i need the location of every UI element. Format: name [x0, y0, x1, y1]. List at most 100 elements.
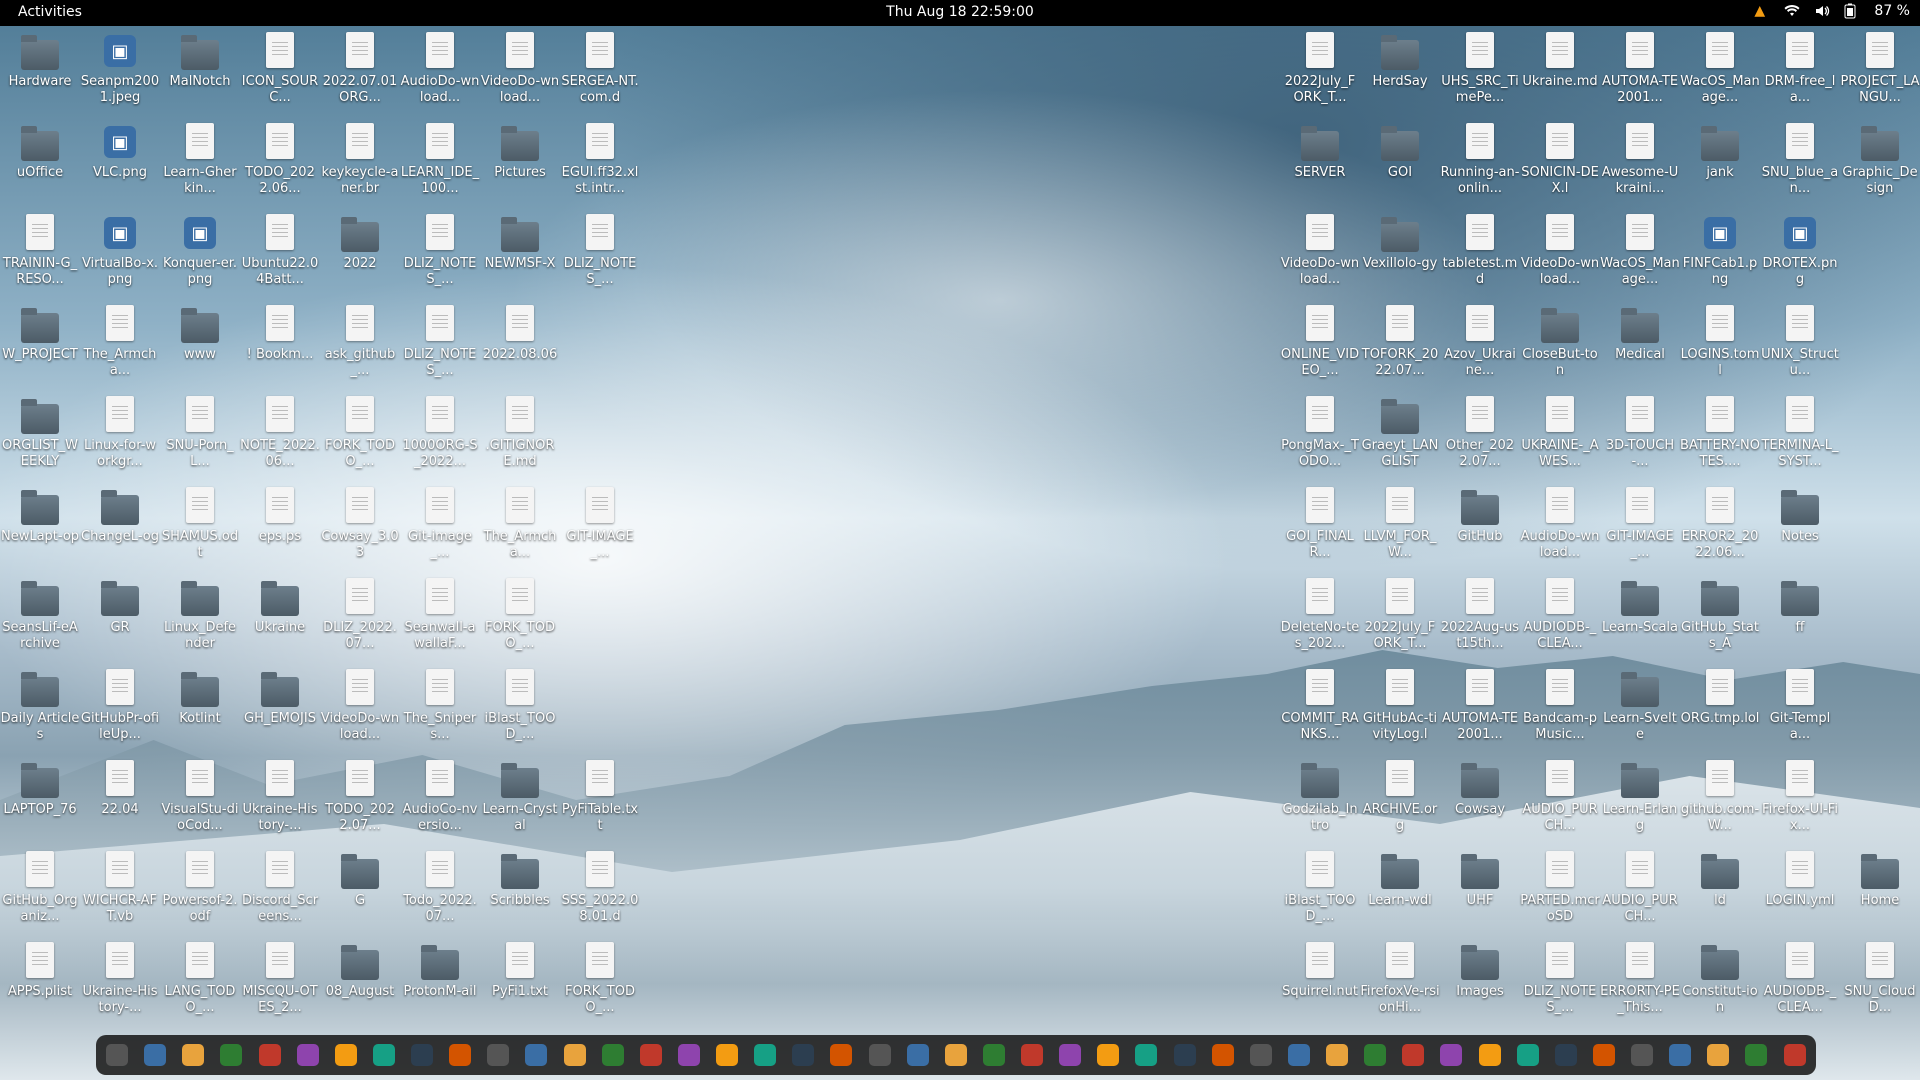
desktop-icon[interactable]: ▣ FINFCab1.png — [1680, 210, 1760, 298]
desktop-icon[interactable]: .GITIGNORE.md — [480, 392, 560, 480]
desktop-icon[interactable]: GR — [80, 574, 160, 662]
desktop-icon[interactable]: VideoDo-wnload... — [1520, 210, 1600, 298]
app-10-icon[interactable] — [1745, 1044, 1768, 1066]
dot-icon[interactable] — [754, 1044, 777, 1066]
desktop-icon[interactable]: Scribbles — [480, 847, 560, 935]
desktop-icon[interactable]: MISCQU-OTES_2... — [240, 938, 320, 1026]
desktop-icon[interactable]: Kotlint — [160, 665, 240, 753]
desktop-icon[interactable]: The_Armcha... — [80, 301, 160, 389]
desktop-icon[interactable]: Discord_Screens... — [240, 847, 320, 935]
desktop-icon[interactable]: ▣ VirtualBo-x.png — [80, 210, 160, 298]
desktop-icon[interactable]: FORK_TODO_... — [480, 574, 560, 662]
desktop-icon[interactable]: FORK_TODO_... — [320, 392, 400, 480]
desktop-icon[interactable]: GitHub — [1440, 483, 1520, 571]
desktop-icon[interactable]: Azov_Ukraine... — [1440, 301, 1520, 389]
desktop-icon[interactable]: AUDIO_PURCH... — [1520, 756, 1600, 844]
desktop-icon[interactable]: github.com-W... — [1680, 756, 1760, 844]
desktop-icon[interactable]: UKRAINE-_AWES... — [1520, 392, 1600, 480]
app-2-icon[interactable] — [1326, 1044, 1348, 1066]
volume-icon[interactable] — [1814, 3, 1830, 19]
desktop-icon[interactable]: BATTERY-NOTES.... — [1680, 392, 1760, 480]
desktop-icon[interactable]: AudioCo-nversio... — [400, 756, 480, 844]
docs-icon[interactable] — [982, 1044, 1005, 1066]
desktop-icon[interactable]: Squirrel.nut — [1280, 938, 1360, 1026]
notes-icon[interactable] — [372, 1044, 395, 1066]
desktop-icon[interactable]: TRAININ-G_RESO... — [0, 210, 80, 298]
editor-icon[interactable] — [411, 1044, 433, 1066]
desktop-icon[interactable]: GH_EMOJIS — [240, 665, 320, 753]
desktop-icon[interactable]: LLVM_FOR_W... — [1360, 483, 1440, 571]
desktop-icon[interactable]: Godzilab_Intro — [1280, 756, 1360, 844]
desktop-icon[interactable]: TODO_2022.06... — [240, 119, 320, 207]
desktop-icon[interactable]: AudioDo-wnload... — [1520, 483, 1600, 571]
writer-icon[interactable] — [639, 1044, 662, 1066]
desktop-icon[interactable]: Images — [1440, 938, 1520, 1026]
desktop-icon[interactable]: jank — [1680, 119, 1760, 207]
desktop-icon[interactable]: ORGLIST_WEEKLY — [0, 392, 80, 480]
desktop-icon[interactable]: ARCHIVE.org — [1360, 756, 1440, 844]
desktop-icon[interactable]: GOI — [1360, 119, 1440, 207]
grid-icon[interactable] — [1783, 1044, 1806, 1066]
desktop-icon[interactable]: DLIZ_2022.07... — [320, 574, 400, 662]
vlc-icon[interactable]: ▲ — [1754, 3, 1770, 19]
desktop-icon[interactable]: SNU-Porn_L... — [160, 392, 240, 480]
desktop-icon[interactable]: 2022July_FORK_T... — [1360, 574, 1440, 662]
desktop-icon[interactable]: Hardware — [0, 28, 80, 116]
desktop-icon[interactable]: GitHub_Organiz... — [0, 847, 80, 935]
desktop-icon[interactable]: PyFi1.txt — [480, 938, 560, 1026]
app-7-icon[interactable] — [1631, 1044, 1653, 1066]
desktop-icon[interactable]: DLIZ_NOTES_... — [560, 210, 640, 298]
app-9-icon[interactable] — [1707, 1044, 1730, 1066]
desktop-icon[interactable]: 2022.07.01ORG... — [320, 28, 400, 116]
desktop-icon[interactable]: Learn-wdl — [1360, 847, 1440, 935]
firefox-icon[interactable] — [487, 1044, 510, 1066]
desktop-icon[interactable]: GOI_FINALR... — [1280, 483, 1360, 571]
desktop-icon[interactable]: Running-an-onlin... — [1440, 119, 1520, 207]
desktop-icon[interactable]: Constitut-ion — [1680, 938, 1760, 1026]
desktop-icon[interactable]: GitHubAc-tivityLog.l — [1360, 665, 1440, 753]
desktop-icon[interactable]: ▣ Konquer-er.png — [160, 210, 240, 298]
desktop-icon[interactable]: TERMINA-L_SYST... — [1760, 392, 1840, 480]
desktop-icon[interactable]: The_Snipers... — [400, 665, 480, 753]
virtualbox-icon[interactable] — [868, 1044, 891, 1066]
gimp-icon[interactable] — [1249, 1044, 1272, 1066]
desktop-icon[interactable]: Seanwall-awallaF... — [400, 574, 480, 662]
desktop-icon[interactable]: Cowsay_3.03 — [320, 483, 400, 571]
desktop-icon[interactable]: Graeyt_LANGLIST — [1360, 392, 1440, 480]
desktop-icon[interactable]: AUDIO_PURCH... — [1600, 847, 1680, 935]
desktop-icon[interactable]: DeleteNo-tes_202... — [1280, 574, 1360, 662]
clock[interactable]: Thu Aug 18 22:59:00 — [886, 4, 1034, 20]
desktop-icon[interactable]: WacOS_Manage... — [1680, 28, 1760, 116]
desktop-icon[interactable]: EGUI.ff32.xlst.intr... — [560, 119, 640, 207]
desktop-icon[interactable]: NOTE_2022.06... — [240, 392, 320, 480]
desktop-icon[interactable]: LEARN_IDE_100... — [400, 119, 480, 207]
desktop-icon[interactable]: DRM-free_la... — [1760, 28, 1840, 116]
desktop-icon[interactable]: SERVER — [1280, 119, 1360, 207]
desktop-icon[interactable]: uOffice — [0, 119, 80, 207]
desktop-icon[interactable]: Learn-Svelte — [1600, 665, 1680, 753]
desktop-icon[interactable]: 2022 — [320, 210, 400, 298]
desktop-icon[interactable]: The_Armcha... — [480, 483, 560, 571]
desktop-icon[interactable]: Linux-for-workgr... — [80, 392, 160, 480]
desktop-icon[interactable]: iBlast_TOOD_... — [1280, 847, 1360, 935]
desktop-icon[interactable]: ! Bookm... — [240, 301, 320, 389]
desktop-icon[interactable]: Git-image_... — [400, 483, 480, 571]
desktop-icon[interactable]: iBlast_TOOD_... — [480, 665, 560, 753]
desktop-icon[interactable]: Learn-Erlang — [1600, 756, 1680, 844]
monitor-icon[interactable] — [716, 1044, 738, 1066]
activities-button[interactable]: Activities — [18, 4, 82, 20]
desktop-icon[interactable]: Firefox-UI-Fix... — [1760, 756, 1840, 844]
desktop-icon[interactable]: ff — [1760, 574, 1840, 662]
desktop-icon[interactable]: ProtonM-ail — [400, 938, 480, 1026]
desktop-icon[interactable]: UNIX_Structu... — [1760, 301, 1840, 389]
inkscape-icon[interactable] — [830, 1044, 853, 1066]
desktop-icon[interactable]: SONICIN-DEX.l — [1520, 119, 1600, 207]
screenshot-icon[interactable] — [296, 1044, 319, 1066]
desktop-icon[interactable]: FORK_TODO_... — [560, 938, 640, 1026]
terminal-3-icon[interactable] — [792, 1044, 815, 1066]
desktop-icon[interactable]: TOFORK_2022.07... — [1360, 301, 1440, 389]
desktop-icon[interactable]: DLIZ_NOTES_... — [400, 301, 480, 389]
steam-icon[interactable] — [1173, 1044, 1196, 1066]
desktop-icon[interactable]: Ukraine — [240, 574, 320, 662]
chrome-icon[interactable] — [182, 1044, 205, 1066]
